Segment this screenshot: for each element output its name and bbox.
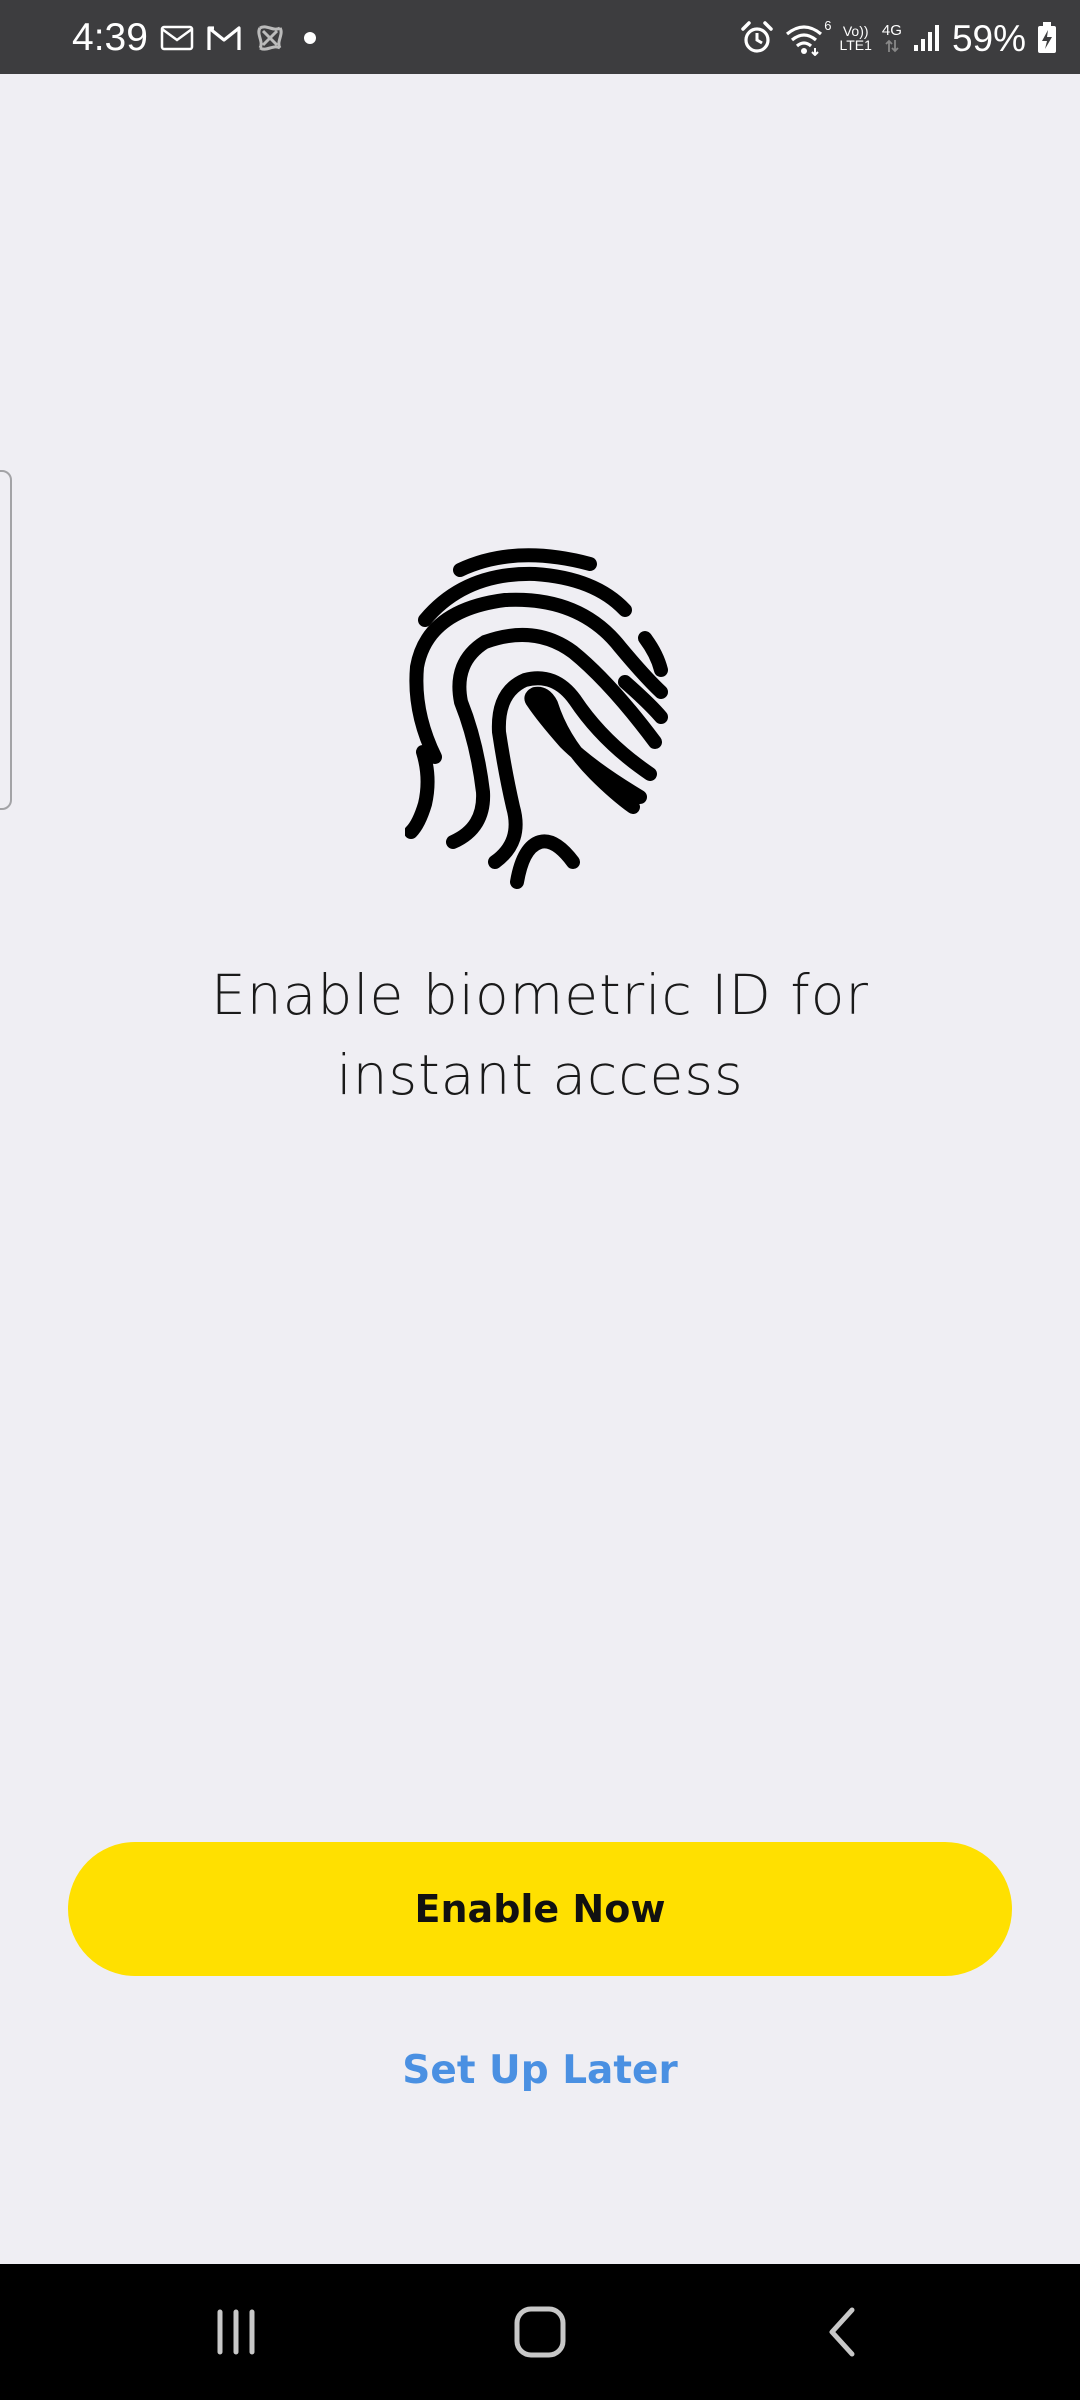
system-icons: 6 Vo)) LTE1 4G 59% — [739, 18, 1058, 58]
back-button[interactable] — [792, 2292, 892, 2372]
network-type-indicator: 4G — [882, 23, 902, 54]
edge-panel-handle[interactable] — [0, 470, 12, 810]
app-notification-icon — [257, 25, 283, 51]
home-icon — [514, 2306, 566, 2358]
volte-indicator: Vo)) LTE1 — [839, 24, 871, 52]
alarm-icon — [741, 21, 774, 53]
battery-percentage: 59% — [951, 17, 1026, 59]
volte-label: Vo)) — [842, 23, 869, 39]
mail-icon — [160, 25, 194, 51]
dot-icon — [304, 32, 316, 44]
navigation-bar — [0, 2264, 1080, 2400]
biometric-headline: Enable biometric ID for instant access — [140, 955, 940, 1115]
wifi-icon — [786, 25, 823, 56]
gmail-icon — [207, 26, 241, 50]
status-bar: 4:39 6 Vo)) LTE1 4G 59% — [0, 0, 1080, 74]
lte-label: LTE1 — [839, 37, 872, 53]
recent-apps-button[interactable] — [186, 2292, 286, 2372]
wifi-indicator: 6 — [785, 18, 832, 56]
network-type-label: 4G — [881, 21, 902, 39]
data-arrows-icon — [885, 39, 899, 52]
notification-icons — [160, 22, 322, 54]
status-time: 4:39 — [72, 16, 148, 59]
wifi-sub-label: 6 — [824, 18, 832, 33]
headline-line-1: Enable biometric ID for — [211, 963, 869, 1027]
back-icon — [829, 2307, 855, 2357]
home-button[interactable] — [490, 2292, 590, 2372]
fingerprint-icon — [405, 548, 668, 889]
headline-line-2: instant access — [336, 1043, 744, 1107]
recent-apps-icon — [217, 2309, 255, 2355]
set-up-later-link[interactable]: Set Up Later — [340, 2030, 740, 2110]
enable-now-button[interactable]: Enable Now — [68, 1842, 1012, 1976]
battery-charging-icon — [1038, 22, 1056, 53]
signal-icon — [913, 25, 939, 51]
